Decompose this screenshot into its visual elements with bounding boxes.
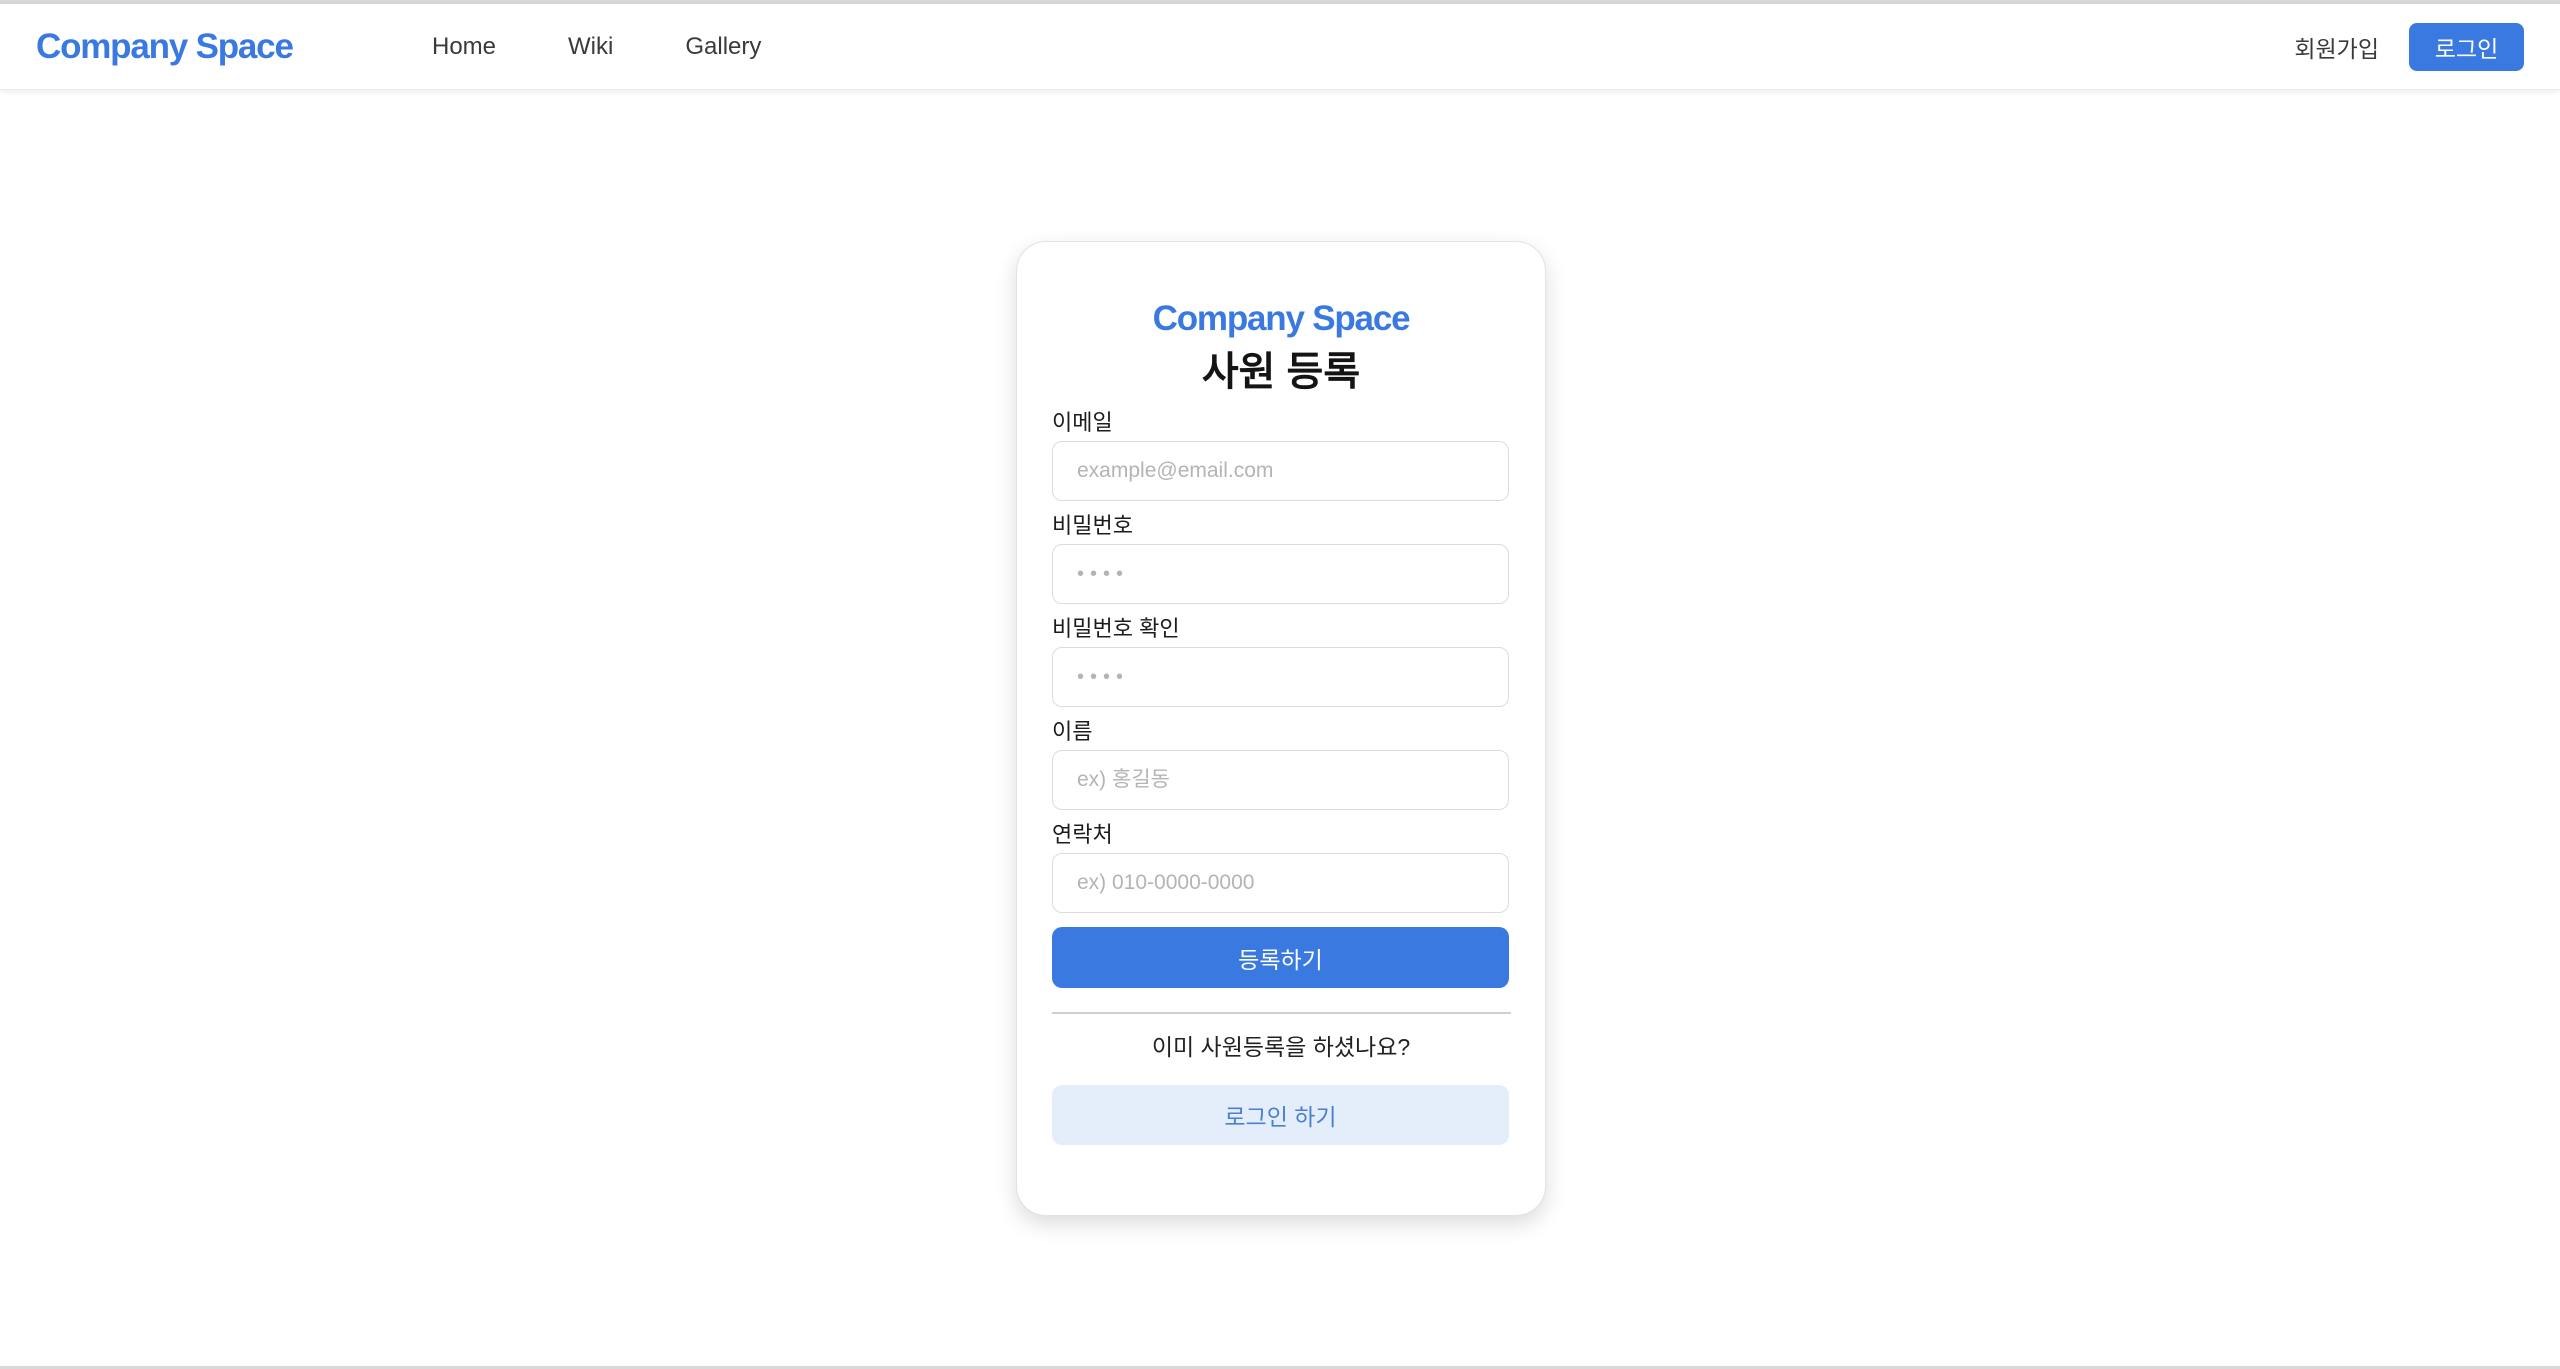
header-bar: Company Space Home Wiki Gallery 회원가입 로그인 <box>0 4 2560 90</box>
email-input[interactable] <box>1052 441 1509 501</box>
phone-input[interactable] <box>1052 853 1509 913</box>
password-confirm-input[interactable] <box>1052 647 1509 707</box>
nav-link-home[interactable]: Home <box>432 30 496 64</box>
email-label: 이메일 <box>1052 410 1113 435</box>
brand-logo-link[interactable]: Company Space <box>36 24 294 70</box>
header-actions: 회원가입 로그인 <box>2294 23 2524 71</box>
signup-link[interactable]: 회원가입 <box>2294 30 2379 64</box>
page: Company Space Home Wiki Gallery 회원가입 로그인… <box>0 0 2560 1369</box>
email-field-group: 이메일 <box>1052 408 1510 501</box>
page-title: 사원 등록 <box>1201 350 1361 394</box>
password-confirm-label: 비밀번호 확인 <box>1052 616 1180 641</box>
name-label: 이름 <box>1052 719 1093 744</box>
register-submit-button[interactable]: 등록하기 <box>1052 927 1509 988</box>
password-confirm-field-group: 비밀번호 확인 <box>1052 614 1510 707</box>
main-nav: Home Wiki Gallery <box>432 30 761 64</box>
password-label: 비밀번호 <box>1052 513 1133 538</box>
card-brand: Company Space <box>1152 299 1411 338</box>
already-registered-text: 이미 사원등록을 하셨나요? <box>1151 1034 1411 1060</box>
nav-link-wiki[interactable]: Wiki <box>568 30 613 64</box>
nav-link-gallery[interactable]: Gallery <box>685 30 761 64</box>
phone-field-group: 연락처 <box>1052 820 1510 913</box>
go-to-login-button[interactable]: 로그인 하기 <box>1052 1085 1509 1145</box>
phone-label: 연락처 <box>1052 822 1113 847</box>
password-field-group: 비밀번호 <box>1052 511 1510 604</box>
header-login-button[interactable]: 로그인 <box>2409 23 2524 71</box>
divider <box>1052 1012 1511 1014</box>
name-input[interactable] <box>1052 750 1509 810</box>
name-field-group: 이름 <box>1052 717 1510 810</box>
password-input[interactable] <box>1052 544 1509 604</box>
register-card: Company Space 사원 등록 이메일 비밀번호 비밀번호 확인 이름 … <box>1016 241 1546 1216</box>
